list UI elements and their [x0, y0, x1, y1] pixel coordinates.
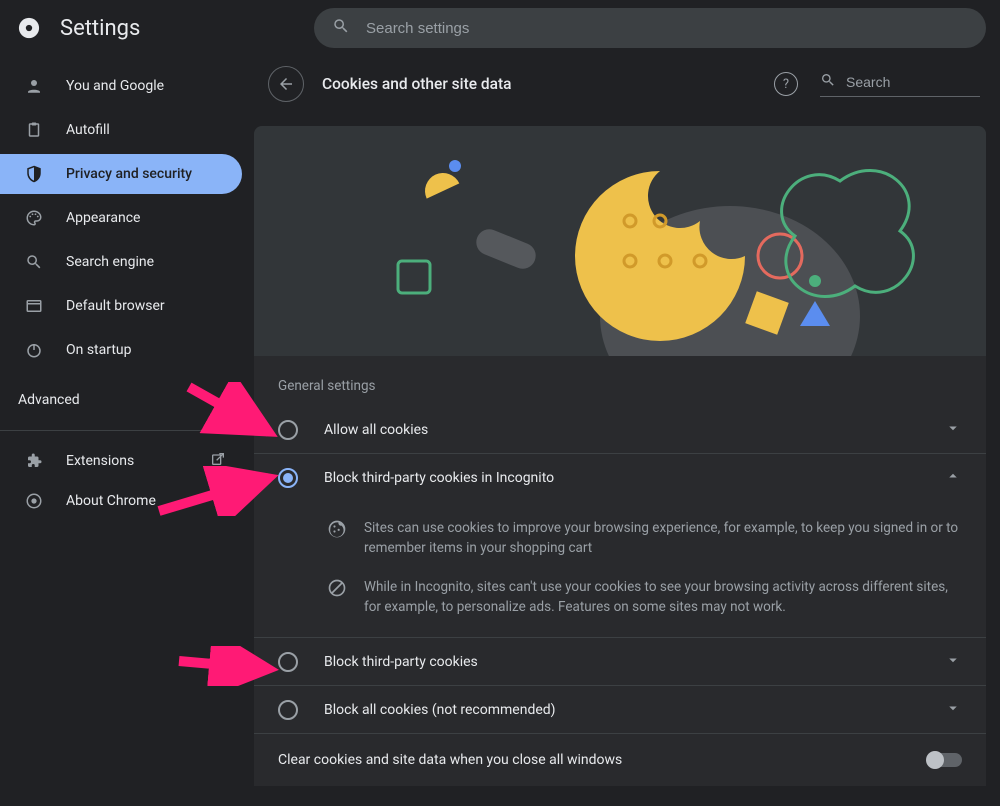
cookie-option-block-3p[interactable]: Block third-party cookies — [254, 638, 986, 686]
radio-icon — [278, 468, 298, 488]
sidebar-item-label: Autofill — [66, 122, 110, 138]
block-icon — [326, 577, 348, 599]
settings-search[interactable] — [314, 8, 986, 48]
option-label: Block third-party cookies in Incognito — [324, 470, 944, 486]
sidebar-item-extensions[interactable]: Extensions — [0, 441, 254, 481]
sidebar-item-label: Default browser — [66, 298, 165, 314]
section-label-general: General settings — [254, 356, 986, 406]
sidebar-item-label: Appearance — [66, 210, 140, 226]
puzzle-icon — [24, 451, 44, 471]
sidebar-item-search-engine[interactable]: Search engine — [0, 242, 242, 282]
chrome-logo-icon — [18, 17, 40, 39]
radio-icon — [278, 700, 298, 720]
sidebar-item-label: On startup — [66, 342, 132, 358]
sidebar-item-privacy[interactable]: Privacy and security — [0, 154, 242, 194]
sidebar-item-label: About Chrome — [66, 493, 156, 509]
browser-icon — [24, 296, 44, 316]
settings-search-input[interactable] — [364, 19, 968, 38]
sidebar-item-default-browser[interactable]: Default browser — [0, 286, 242, 326]
sidebar-item-label: Search engine — [66, 254, 154, 270]
sidebar-item-label: Extensions — [66, 453, 134, 469]
app-header: Settings — [0, 0, 1000, 56]
option-label: Block all cookies (not recommended) — [324, 702, 944, 718]
main-content: Cookies and other site data ? — [254, 56, 1000, 806]
sidebar-advanced-toggle[interactable]: Advanced — [0, 380, 254, 420]
option-label: Allow all cookies — [324, 422, 944, 438]
power-icon — [24, 340, 44, 360]
palette-icon — [24, 208, 44, 228]
option-description-block: Sites can use cookies to improve your br… — [254, 502, 986, 638]
help-icon: ? — [783, 77, 789, 92]
sidebar-item-about-chrome[interactable]: About Chrome — [0, 481, 254, 521]
description-text: While in Incognito, sites can't use your… — [364, 577, 962, 618]
cookie-option-block-all[interactable]: Block all cookies (not recommended) — [254, 686, 986, 734]
chevron-down-icon — [220, 392, 230, 408]
sidebar-item-you-and-google[interactable]: You and Google — [0, 66, 242, 106]
description-text: Sites can use cookies to improve your br… — [364, 518, 962, 559]
page-header: Cookies and other site data ? — [254, 56, 1000, 112]
sidebar-item-on-startup[interactable]: On startup — [0, 330, 242, 370]
advanced-label: Advanced — [18, 392, 80, 408]
description-item: Sites can use cookies to improve your br… — [326, 518, 962, 559]
page-title: Cookies and other site data — [322, 75, 512, 93]
shell: You and Google Autofill Privacy and secu… — [0, 56, 1000, 806]
clear-on-close-label: Clear cookies and site data when you clo… — [278, 752, 622, 768]
option-label: Block third-party cookies — [324, 654, 944, 670]
help-button[interactable]: ? — [774, 72, 798, 96]
person-icon — [24, 76, 44, 96]
open-external-icon — [210, 451, 226, 471]
app-title: Settings — [60, 16, 140, 41]
chevron-down-icon[interactable] — [944, 651, 962, 673]
page-search[interactable] — [820, 72, 980, 97]
clipboard-icon — [24, 120, 44, 140]
search-icon — [820, 72, 836, 92]
radio-icon — [278, 652, 298, 672]
cookie-option-block-3p-incognito[interactable]: Block third-party cookies in Incognito — [254, 454, 986, 502]
search-icon — [24, 252, 44, 272]
sidebar: You and Google Autofill Privacy and secu… — [0, 56, 254, 806]
search-icon — [332, 17, 350, 39]
sidebar-item-label: Privacy and security — [66, 166, 192, 182]
description-item: While in Incognito, sites can't use your… — [326, 577, 962, 618]
sidebar-item-appearance[interactable]: Appearance — [0, 198, 242, 238]
shield-icon — [24, 164, 44, 184]
radio-icon — [278, 420, 298, 440]
hero-illustration — [254, 126, 986, 356]
sidebar-item-label: You and Google — [66, 78, 164, 94]
page-search-input[interactable] — [844, 73, 1000, 91]
chrome-icon — [24, 491, 44, 511]
clear-on-close-toggle[interactable] — [928, 753, 962, 767]
back-button[interactable] — [268, 66, 304, 102]
chevron-up-icon[interactable] — [944, 467, 962, 489]
sidebar-item-autofill[interactable]: Autofill — [0, 110, 242, 150]
cookie-option-allow-all[interactable]: Allow all cookies — [254, 406, 986, 454]
chevron-down-icon[interactable] — [944, 699, 962, 721]
cookie-icon — [326, 518, 348, 540]
clear-on-close-row: Clear cookies and site data when you clo… — [254, 734, 986, 786]
cookies-card: General settings Allow all cookies Block… — [254, 126, 986, 786]
chevron-down-icon[interactable] — [944, 419, 962, 441]
